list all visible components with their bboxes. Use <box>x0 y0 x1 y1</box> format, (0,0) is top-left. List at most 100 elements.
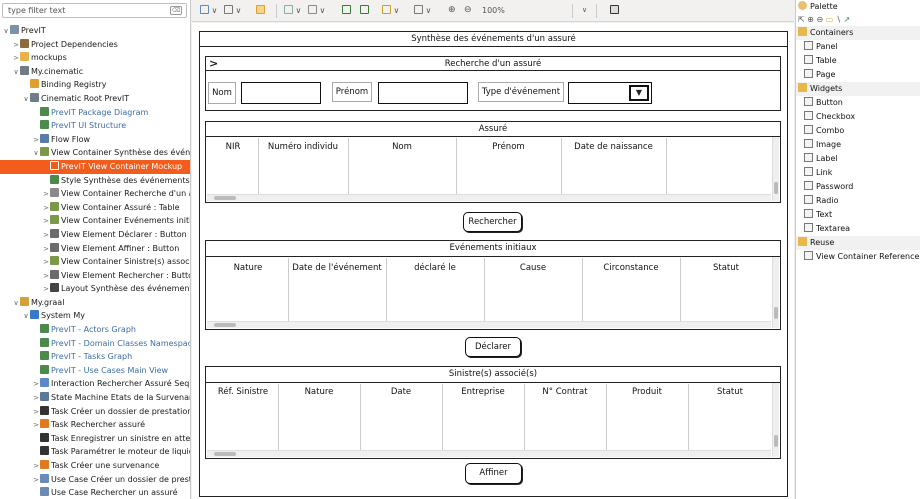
expand-chevron-icon[interactable]: ∨ <box>32 147 40 160</box>
rechercher-button[interactable]: Rechercher <box>463 212 522 232</box>
tree-item[interactable]: > Task Créer une survenance <box>0 459 190 473</box>
column-header[interactable]: NIR <box>208 142 258 152</box>
collapse-chevron-icon[interactable]: > <box>32 419 40 432</box>
nom-input[interactable] <box>241 82 321 104</box>
palette-item[interactable]: Checkbox <box>796 110 920 124</box>
column-header[interactable]: Nom <box>348 142 456 152</box>
prenom-input[interactable] <box>378 82 468 104</box>
zoom-dropdown-icon[interactable]: ∨ <box>582 4 587 17</box>
tree-item[interactable]: > View Element Déclarer : Button <box>0 228 190 242</box>
tree-item[interactable]: > Project Dependencies <box>0 38 190 52</box>
column-header[interactable]: Réf. Sinistre <box>208 387 278 397</box>
collapse-chevron-icon[interactable]: > <box>42 270 50 283</box>
palette-group[interactable]: Reuse <box>796 236 920 250</box>
link-tool-icon[interactable]: ↗ <box>844 15 851 24</box>
zoom-level[interactable]: 100% <box>482 4 505 17</box>
sinistres-table[interactable]: Sinistre(s) associé(s) Réf. Sinistre Natu… <box>205 366 781 459</box>
tree-item[interactable]: PrevIT View Container Mockup <box>0 159 190 174</box>
palette-group[interactable]: Widgets <box>796 82 920 96</box>
assure-vscrollbar[interactable] <box>772 137 779 201</box>
collapse-chevron-icon[interactable]: > <box>42 229 50 242</box>
column-header[interactable]: Produit <box>606 387 688 397</box>
palette-item[interactable]: Panel <box>796 40 920 54</box>
palette-item[interactable]: Page <box>796 68 920 82</box>
affiner-button[interactable]: Affiner <box>465 463 522 484</box>
diagram-canvas[interactable]: Synthèse des événements d'un assuré > Re… <box>192 23 794 499</box>
filter-icon[interactable]: ∨ <box>308 4 325 17</box>
palette-item[interactable]: View Container Reference <box>796 250 920 264</box>
assure-hscrollbar[interactable] <box>207 194 771 201</box>
column-header[interactable]: Entreprise <box>442 387 524 397</box>
palette-item[interactable]: Label <box>796 152 920 166</box>
tree-item[interactable]: > View Element Rechercher : Button <box>0 269 190 283</box>
column-header[interactable]: Nature <box>208 263 288 273</box>
evenements-hscrollbar[interactable] <box>207 321 771 328</box>
tree-item[interactable]: > View Container Evénements initiaux <box>0 214 190 228</box>
collapse-chevron-icon[interactable]: > <box>12 39 20 52</box>
column-header[interactable]: Date de naissance <box>561 142 666 152</box>
tree-item[interactable]: > Task Rechercher assuré <box>0 418 190 432</box>
tree-item[interactable]: ∨ Cinematic Root PrevIT <box>0 92 190 106</box>
collapse-chevron-icon[interactable]: > <box>32 474 40 487</box>
arrange-icon[interactable]: ∨ <box>224 4 241 17</box>
collapse-chevron-icon[interactable]: > <box>32 378 40 391</box>
tree-item[interactable]: ∨ My.cinematic <box>0 65 190 79</box>
tree-item[interactable]: > mockups <box>0 51 190 65</box>
collapse-chevron-icon[interactable]: > <box>32 134 40 147</box>
declarer-button[interactable]: Déclarer <box>465 337 521 357</box>
pin-icon[interactable] <box>256 4 265 17</box>
tree-item[interactable]: > Flow Flow <box>0 133 190 147</box>
clear-filter-icon[interactable]: ⌫ <box>170 6 182 15</box>
tree-item[interactable]: > View Container Recherche d'un assuré <box>0 187 190 201</box>
tree-item[interactable]: ∨ PrevIT <box>0 24 190 38</box>
column-header[interactable]: Circonstance <box>582 263 680 273</box>
palette-item[interactable]: Text <box>796 208 920 222</box>
tree-item[interactable]: Task Enregistrer un sinistre en attente <box>0 432 190 446</box>
select-tool-icon[interactable]: ⇱ <box>798 15 805 24</box>
column-header[interactable]: Statut <box>680 263 772 273</box>
column-header[interactable]: N° Contrat <box>524 387 606 397</box>
expand-chevron-icon[interactable]: ∨ <box>2 25 10 38</box>
search-panel[interactable]: > Recherche d'un assuré Nom Prénom Type … <box>205 56 781 111</box>
palette-item[interactable]: Link <box>796 166 920 180</box>
palette-group[interactable]: Containers <box>796 26 920 40</box>
expand-chevron-icon[interactable]: ∨ <box>22 93 30 106</box>
tree-item[interactable]: Use Case Rechercher un assuré <box>0 486 190 499</box>
column-header[interactable]: Cause <box>484 263 582 273</box>
zoom-out-tool-icon[interactable]: ⊖ <box>817 15 824 24</box>
zoom-in-icon[interactable]: ⊕ <box>448 4 456 17</box>
tree-item[interactable]: > Task Créer un dossier de prestation <box>0 405 190 419</box>
tree-item[interactable]: PrevIT - Actors Graph <box>0 323 190 337</box>
collapse-chevron-icon[interactable]: > <box>42 243 50 256</box>
evenements-vscrollbar[interactable] <box>772 257 779 328</box>
font-color-icon[interactable]: ∨ <box>382 4 399 17</box>
collapse-chevron-icon[interactable]: > <box>42 188 50 201</box>
expand-chevron-icon[interactable]: ∨ <box>12 66 20 79</box>
filter-input[interactable] <box>3 4 163 17</box>
tree-item[interactable]: PrevIT - Domain Classes Namespace <box>0 337 190 351</box>
assure-table[interactable]: Assuré NIR Numéro individu Nom Prénom Date d… <box>205 121 781 203</box>
select-icon[interactable] <box>342 4 351 17</box>
tree-item[interactable]: PrevIT Package Diagram <box>0 106 190 120</box>
tree-item[interactable]: > State Machine Etats de la Survenance <box>0 391 190 405</box>
note-tool-icon[interactable]: ▭ <box>826 15 834 24</box>
tree-item[interactable]: Style Synthèse des événements <box>0 174 190 188</box>
collapse-chevron-icon[interactable]: > <box>42 256 50 269</box>
tree-item[interactable]: > View Container Sinistre(s) associé(s) <box>0 255 190 269</box>
zoom-in-tool-icon[interactable]: ⊕ <box>807 15 814 24</box>
layout-icon[interactable]: ∨ <box>200 4 217 17</box>
combo-dropdown-icon[interactable]: ▼ <box>629 85 649 101</box>
tree-item[interactable]: Task Paramétrer le moteur de liquidation <box>0 445 190 459</box>
tree-item[interactable]: PrevIT UI Structure <box>0 119 190 133</box>
evenements-table[interactable]: Evénements initiaux Nature Date de l'évén… <box>205 240 781 330</box>
palette-item[interactable]: Table <box>796 54 920 68</box>
column-header[interactable]: Date de l'événement <box>288 263 386 273</box>
tree-item[interactable]: Binding Registry <box>0 78 190 92</box>
export-icon[interactable] <box>360 4 369 17</box>
tree-item[interactable]: > Layout Synthèse des événements <box>0 282 190 296</box>
collapse-chevron-icon[interactable]: > <box>42 215 50 228</box>
palette-item[interactable]: Button <box>796 96 920 110</box>
tree-item[interactable]: PrevIT - Tasks Graph <box>0 350 190 364</box>
column-header[interactable]: Numéro individu <box>258 142 348 152</box>
sinistres-hscrollbar[interactable] <box>207 450 771 457</box>
